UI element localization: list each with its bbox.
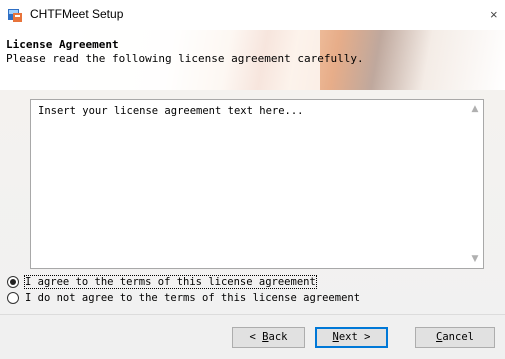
header-banner: License Agreement Please read the follow… [0,30,505,90]
agree-label[interactable]: I agree to the terms of this license agr… [24,275,317,289]
installer-icon [8,9,22,22]
license-textbox[interactable]: Insert your license agreement text here.… [30,99,484,269]
chevron-down-icon[interactable]: ▼ [470,254,480,264]
disagree-label[interactable]: I do not agree to the terms of this lice… [25,292,360,304]
next-button[interactable]: Next > [315,327,388,348]
chevron-up-icon[interactable]: ▲ [470,104,480,114]
cancel-label: ancel [442,331,474,343]
agree-radio[interactable] [7,276,19,288]
page-title: License Agreement [6,38,119,51]
close-icon[interactable]: × [490,2,505,28]
vertical-scrollbar[interactable]: ▲ ▼ [467,100,483,268]
disagree-radio[interactable] [7,292,19,304]
next-label: ext > [338,331,371,343]
back-prefix: < [249,331,263,343]
disagree-option[interactable]: I do not agree to the terms of this lice… [7,291,360,305]
agree-option[interactable]: I agree to the terms of this license agr… [7,275,317,289]
window-title: CHTFMeet Setup [30,7,124,21]
title-bar: CHTFMeet Setup × [0,0,505,30]
license-text: Insert your license agreement text here.… [38,105,304,117]
back-button[interactable]: < Back [232,327,305,348]
cancel-button[interactable]: Cancel [415,327,495,348]
back-label: ack [268,331,288,343]
page-subtitle: Please read the following license agreem… [6,52,364,65]
